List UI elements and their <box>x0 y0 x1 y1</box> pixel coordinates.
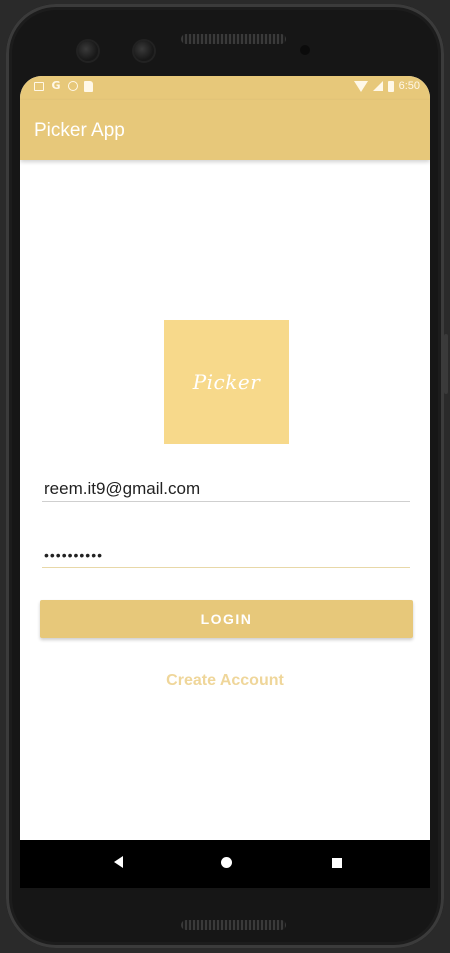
sd-card-icon <box>84 80 93 92</box>
bottom-speaker <box>181 920 286 930</box>
wifi-icon <box>353 80 368 92</box>
proximity-sensor <box>300 45 310 55</box>
app-title: Picker App <box>34 120 125 141</box>
logo-text: Picker <box>192 370 261 394</box>
status-system: 6:50 <box>353 80 420 92</box>
home-icon[interactable] <box>221 857 232 868</box>
login-button[interactable]: LOGIN <box>40 600 413 638</box>
front-camera-icon <box>134 41 154 61</box>
app-screen: G 6:50 Picker App Picker LOGIN Create Ac… <box>20 76 430 888</box>
status-notifications: G <box>34 80 93 92</box>
navigation-bar <box>20 840 430 888</box>
image-notification-icon <box>34 81 44 91</box>
email-field[interactable] <box>42 476 410 502</box>
status-bar: G 6:50 <box>20 76 430 100</box>
status-time: 6:50 <box>398 80 420 92</box>
picker-logo: Picker <box>164 320 289 444</box>
recents-icon[interactable] <box>332 858 342 868</box>
create-account-link[interactable]: Create Account <box>20 672 430 690</box>
password-field[interactable] <box>42 542 410 568</box>
battery-icon <box>387 80 394 92</box>
google-icon: G <box>51 79 61 92</box>
app-bar: Picker App <box>20 100 430 160</box>
front-camera-icon <box>78 41 98 61</box>
circle-notification-icon <box>68 81 78 91</box>
power-button <box>444 334 448 394</box>
signal-icon <box>372 81 383 91</box>
earpiece-speaker <box>181 34 286 44</box>
back-icon[interactable] <box>114 856 123 868</box>
